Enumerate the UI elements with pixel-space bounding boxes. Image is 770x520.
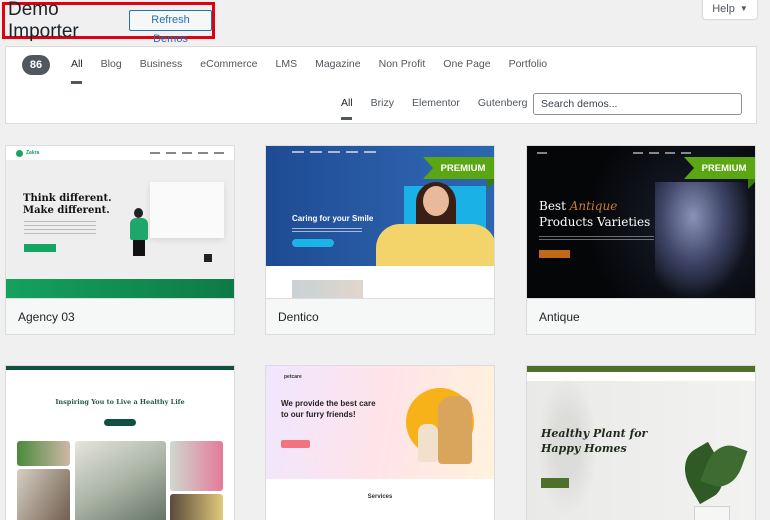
demo-screenshot[interactable]: Healthy Plant for Happy Homes — [527, 366, 755, 520]
demo-card[interactable]: Healthy Plant for Happy Homes — [526, 365, 756, 520]
preview-photo — [655, 182, 750, 298]
tab-category-blog[interactable]: Blog — [101, 58, 122, 70]
preview-paragraph — [539, 236, 654, 241]
ribbon-fold — [487, 179, 494, 189]
tab-category-ecommerce[interactable]: eCommerce — [200, 58, 257, 70]
demo-name: Dentico — [278, 309, 319, 324]
preview-image — [75, 441, 166, 520]
preview-paragraph — [292, 228, 362, 233]
plant-icon — [204, 254, 212, 262]
preview-illustration-person — [128, 208, 150, 256]
ribbon-fold — [748, 179, 755, 189]
filter-bar: 86 All Blog Business eCommerce LMS Magaz… — [5, 46, 757, 124]
preview-nav: Zakra — [6, 146, 234, 160]
preview-headline: Think different. Make different. — [23, 193, 112, 216]
preview-image — [170, 441, 223, 491]
preview-headline: Caring for your Smile — [292, 214, 374, 223]
demo-count-badge: 86 — [22, 55, 50, 75]
tab-category-non-profit[interactable]: Non Profit — [379, 58, 426, 70]
tab-category-business[interactable]: Business — [140, 58, 183, 70]
demo-card-footer: Dentico — [266, 298, 494, 334]
tab-builder-elementor[interactable]: Elementor — [412, 97, 460, 109]
demo-screenshot[interactable]: petcare We provide the best care to our … — [266, 366, 494, 520]
demo-name: Agency 03 — [18, 309, 75, 324]
tab-builder-gutenberg[interactable]: Gutenberg — [478, 97, 528, 109]
demo-card-footer: Antique — [527, 298, 755, 334]
demo-screenshot[interactable]: Inspiring You to Live a Healthy Life — [6, 366, 234, 520]
preview-image — [292, 280, 363, 298]
help-tab-button[interactable]: Help ▼ — [702, 0, 758, 20]
help-label: Help — [712, 2, 735, 15]
preview-headline: We provide the best care to our furry fr… — [281, 399, 376, 419]
tab-category-lms[interactable]: LMS — [275, 58, 297, 70]
preview-image — [17, 469, 70, 520]
search-demos-input[interactable] — [533, 93, 742, 115]
preview-button — [292, 239, 334, 247]
demo-card[interactable]: Inspiring You to Live a Healthy Life — [5, 365, 235, 520]
vase-image — [694, 506, 730, 520]
page-title: Demo Importer — [8, 0, 79, 42]
preview-headline: Healthy Plant for Happy Homes — [541, 427, 648, 455]
preview-feature-strip — [6, 279, 234, 298]
preview-paragraph — [24, 221, 96, 235]
demo-name: Antique — [539, 309, 580, 324]
tab-category-one-page[interactable]: One Page — [443, 58, 490, 70]
preview-image — [17, 441, 70, 466]
preview-button — [281, 440, 310, 448]
preview-illustration-screen — [150, 182, 224, 238]
preview-button — [104, 419, 136, 426]
tab-category-magazine[interactable]: Magazine — [315, 58, 361, 70]
preview-button — [539, 250, 570, 258]
preview-headline: Inspiring You to Live a Healthy Life — [55, 398, 185, 406]
demo-screenshot[interactable]: Zakra Think different. Make different. — [6, 146, 234, 298]
demo-card-footer: Agency 03 — [6, 298, 234, 334]
builder-tabs: All Brizy Elementor Gutenberg — [341, 97, 546, 120]
premium-badge: PREMIUM — [684, 157, 755, 179]
preview-button — [541, 478, 569, 488]
preview-photo — [376, 182, 494, 266]
demo-card[interactable]: Best Antique Products Varieties PREMIUM … — [526, 145, 756, 335]
category-tabs: All Blog Business eCommerce LMS Magazine… — [71, 58, 565, 84]
preview-nav — [537, 152, 747, 156]
preview-nav — [292, 151, 462, 155]
preview-image — [170, 494, 223, 520]
preview-button — [24, 244, 56, 252]
cat-image — [418, 424, 438, 462]
premium-badge: PREMIUM — [423, 157, 494, 179]
tab-builder-brizy[interactable]: Brizy — [371, 97, 394, 109]
preview-section-title: Services — [367, 494, 393, 500]
demo-card[interactable]: Zakra Think different. Make different. A… — [5, 145, 235, 335]
demo-card[interactable]: petcare We provide the best care to our … — [265, 365, 495, 520]
tab-category-portfolio[interactable]: Portfolio — [509, 58, 548, 70]
preview-logo-text: Zakra — [26, 150, 40, 156]
preview-headline: Best Antique Products Varieties — [539, 199, 651, 229]
logo-icon — [16, 149, 23, 157]
dog-image — [438, 396, 472, 464]
demo-card[interactable]: Caring for your Smile PREMIUM Dentico — [265, 145, 495, 335]
preview-logo-text: petcare — [284, 374, 302, 380]
caret-down-icon: ▼ — [739, 4, 748, 13]
tab-builder-all[interactable]: All — [341, 97, 353, 120]
refresh-demos-button[interactable]: Refresh Demos — [129, 10, 212, 45]
tab-category-all[interactable]: All — [71, 58, 83, 84]
page-header-highlight: Demo Importer Refresh Demos — [2, 0, 215, 45]
